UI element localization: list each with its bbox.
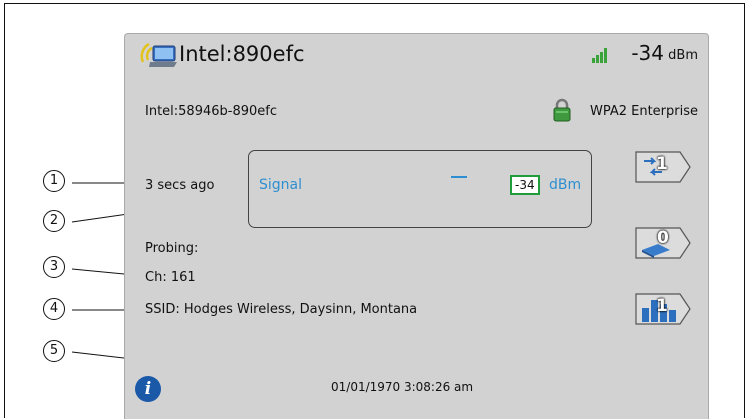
rssi-unit: dBm [668,48,698,63]
device-details-panel: Intel:890efc -34 dBm Intel:58946b-890efc… [124,33,709,419]
signal-box[interactable]: Signal -34 dBm [248,150,592,228]
callout-number-4: 4 [43,298,65,320]
probing-label: Probing: [145,241,199,256]
probes-button[interactable]: 0 [632,224,692,262]
rssi-value: -34 [631,41,664,65]
timestamp: 01/01/1970 3:08:26 am [331,380,474,394]
lock-icon [552,98,572,122]
signal-value: -34 [510,175,540,195]
signal-label: Signal [259,177,303,193]
security-type: WPA2 Enterprise [589,104,698,119]
stats-count: 1 [656,296,668,316]
signal-unit: dBm [549,177,582,193]
connections-count: 1 [656,154,668,174]
stats-button[interactable]: 1 [632,290,692,328]
device-mac-label: Intel:58946b-890efc [145,104,277,119]
probes-count: 0 [657,228,669,248]
connections-button[interactable]: 1 [632,148,692,186]
signal-bars-icon [592,45,610,63]
callout-number-3: 3 [43,256,65,278]
ssid-list: SSID: Hodges Wireless, Daysinn, Montana [145,302,418,317]
laptop-wireless-icon [139,40,177,70]
channel-text: Ch: 161 [145,270,196,285]
callout-number-5: 5 [43,340,65,362]
callout-number-1: 1 [43,170,65,192]
callout-number-2: 2 [43,210,65,232]
last-seen-text: 3 secs ago [145,178,215,193]
device-name: Intel:890efc [179,42,305,66]
info-icon[interactable]: i [135,376,161,402]
signal-trend-line [451,176,467,178]
